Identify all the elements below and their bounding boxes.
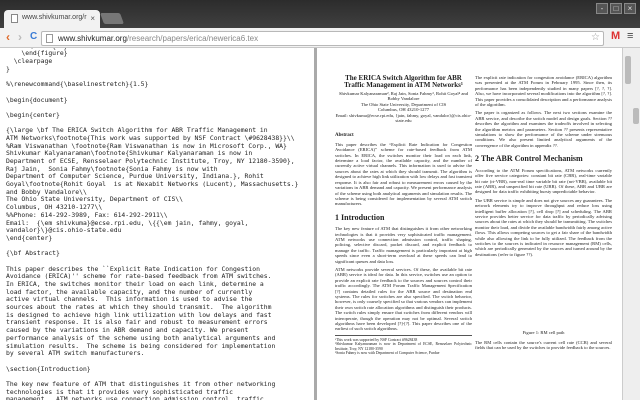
figure-caption: Figure 1: RM cell path	[522, 330, 565, 336]
page-scroll-thumb[interactable]	[633, 108, 639, 124]
paper-email: Email: shivkuma@ecse.rpi.edu, {jain, fah…	[335, 112, 472, 124]
bookmark-star-icon[interactable]: ☆	[591, 32, 600, 43]
maximize-icon[interactable]: □	[610, 3, 622, 14]
page-icon	[46, 34, 53, 43]
browser-tab[interactable]: www.shivkumar.org/r ×	[4, 10, 100, 28]
address-bar[interactable]: www.shivkumar.org/research/papers/erica/…	[41, 31, 604, 46]
new-tab-button[interactable]	[99, 13, 125, 24]
menu-icon[interactable]: ≡	[627, 30, 633, 42]
forward-icon[interactable]: ›	[18, 30, 22, 44]
code-line: %\renewcommand{\baselinestretch}{1.5}	[6, 80, 149, 89]
section-introduction-heading: 1 Introduction	[335, 212, 385, 222]
minimize-icon[interactable]: -	[596, 3, 608, 14]
close-tab-icon[interactable]: ×	[90, 14, 95, 23]
section-abr-heading: 2 The ABR Control Mechanism	[475, 154, 583, 164]
abstract-heading: Abstract	[335, 133, 354, 139]
abstract-text: This paper describes the “Explicit Rate …	[335, 141, 472, 207]
gmail-icon[interactable]: M	[611, 30, 620, 42]
body-paragraph: The RM cells contain the source's curren…	[475, 339, 612, 350]
intro-paragraph: The key new feature of ATM that distingu…	[335, 226, 472, 264]
tex-source-text: \caption{#2} \label{#3} \end{figure} \cl…	[6, 48, 298, 400]
close-window-icon[interactable]: ×	[624, 3, 636, 14]
footnote-3: ³Sonia Fahmy is now with Department of C…	[335, 351, 440, 356]
code-line: \end{center}	[6, 233, 53, 242]
code-line: {\bf Abstract}	[6, 249, 60, 258]
body-paragraph: According to the ATM Forum specification…	[475, 167, 612, 195]
body-paragraph: The paper is organized as follows. The n…	[475, 110, 612, 148]
intro-paragraph: ATM networks provide several services. O…	[335, 266, 472, 332]
pdf-left-column: The ERICA Switch Algorithm for ABR Traff…	[335, 75, 472, 355]
code-line: \clearpage	[6, 57, 53, 66]
figure-placeholder	[475, 260, 612, 330]
paper-title: The ERICA Switch Algorithm for ABR Traff…	[344, 74, 463, 89]
tex-source-pane[interactable]: \caption{#2} \label{#3} \end{figure} \cl…	[0, 48, 314, 400]
body-paragraph: The UBR service is simple and does not g…	[475, 197, 612, 257]
browser-toolbar: ‹ › C www.shivkumar.org/research/papers/…	[0, 28, 640, 48]
url-path: /research/papers/erica/newerica6.tex	[126, 34, 259, 43]
code-line: }	[6, 64, 10, 73]
pdf-preview-pane[interactable]: The ERICA Switch Algorithm for ABR Traff…	[317, 48, 622, 400]
title-bar: www.shivkumar.org/r × - □ ×	[0, 0, 640, 28]
scrollbar[interactable]	[622, 48, 640, 400]
paper-authors: Shivkumar Kalyanaraman², Raj Jain, Sonia…	[338, 91, 468, 102]
code-line: management. ATM networks use connection …	[6, 395, 264, 400]
back-icon[interactable]: ‹	[6, 30, 10, 44]
footnote: ¹This work was supported by NSF Contract…	[335, 334, 472, 356]
code-line: by several ATM switch manufacturers.	[6, 349, 145, 358]
pdf-scroll-thumb[interactable]	[625, 56, 631, 84]
page-icon	[11, 14, 18, 23]
url-host: www.shivkumar.org	[58, 34, 127, 43]
code-line: \begin{document}	[6, 95, 68, 104]
reload-icon[interactable]: C	[30, 31, 37, 42]
body-paragraph: The explicit rate indication for congest…	[475, 75, 612, 108]
code-line: \section{Introduction}	[6, 364, 91, 373]
code-line: \begin{center}	[6, 110, 60, 119]
tab-title: www.shivkumar.org/r	[22, 14, 87, 21]
pdf-right-column: The explicit rate indication for congest…	[475, 75, 612, 353]
footnote-2: ²Shivkumar Kalyanaraman is now in Depart…	[335, 342, 472, 351]
